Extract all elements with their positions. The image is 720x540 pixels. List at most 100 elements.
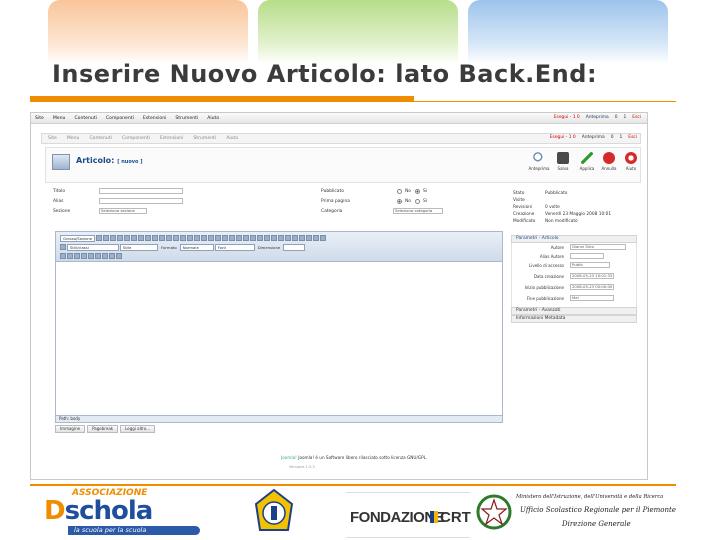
- menu-aiuto[interactable]: Aiuto: [207, 116, 219, 121]
- fullscreen-icon[interactable]: [320, 235, 327, 241]
- publish-start-input[interactable]: 2008-05-23 00:00:00: [570, 284, 614, 290]
- published-no-radio[interactable]: [397, 189, 402, 194]
- indent-icon[interactable]: [222, 235, 229, 241]
- strikethrough-icon[interactable]: [180, 235, 187, 241]
- spellcheck-icon[interactable]: [152, 235, 159, 241]
- status2-preview[interactable]: Anteprima: [582, 135, 605, 140]
- submenu-componenti: Componenti: [121, 136, 150, 141]
- undo-icon[interactable]: [131, 235, 138, 241]
- replace-icon[interactable]: [124, 235, 131, 241]
- publish-end-input[interactable]: Mai: [570, 295, 614, 301]
- created-date-input[interactable]: 2008-05-23 10:01:33: [570, 273, 614, 279]
- cancel-button[interactable]: Annulla: [598, 152, 620, 171]
- pagebreak-button[interactable]: Pagebreak: [87, 425, 119, 433]
- frontpage-yes-radio[interactable]: [415, 199, 420, 204]
- bold-icon[interactable]: [159, 235, 166, 241]
- align-right-icon[interactable]: [250, 235, 257, 241]
- size-select[interactable]: [283, 243, 306, 251]
- crt-flag-icon: [430, 511, 438, 523]
- access-select[interactable]: Public: [570, 262, 610, 268]
- menu-estensioni[interactable]: Estensioni: [143, 116, 167, 121]
- menu-site[interactable]: Site: [35, 116, 44, 121]
- superscript-icon[interactable]: [194, 235, 201, 241]
- table-icon[interactable]: [292, 235, 299, 241]
- style-select[interactable]: Stile: [120, 243, 158, 251]
- italic-icon[interactable]: [166, 235, 173, 241]
- title-input[interactable]: [99, 188, 183, 194]
- styles-select[interactable]: Stili/classi: [67, 243, 119, 251]
- help-button[interactable]: Aiuto: [620, 152, 642, 171]
- new-doc-icon[interactable]: [60, 244, 66, 250]
- frontpage-no-radio[interactable]: [397, 199, 402, 204]
- paste-icon[interactable]: [103, 235, 110, 241]
- params-advanced-header[interactable]: Parametri - Avanzati: [511, 307, 637, 315]
- number-list-icon[interactable]: [208, 235, 215, 241]
- delete-row-icon[interactable]: [81, 253, 87, 259]
- print-icon[interactable]: [145, 235, 152, 241]
- readmore-button[interactable]: Leggi altro...: [120, 425, 156, 433]
- menu-strumenti[interactable]: Strumenti: [175, 116, 198, 121]
- align-justify-icon[interactable]: [257, 235, 264, 241]
- joomla-link[interactable]: Joomla!: [281, 455, 297, 460]
- logout-link[interactable]: Esci: [632, 115, 641, 120]
- special-char-icon[interactable]: [313, 235, 320, 241]
- wysiwyg-editor[interactable]: Grosso/Sezione Stili/classi Stile Format…: [55, 231, 503, 423]
- emoticon-icon[interactable]: [306, 235, 313, 241]
- category-select[interactable]: Seleziona categoria: [393, 208, 443, 214]
- alias-author-input[interactable]: [570, 253, 604, 259]
- published-yes-radio[interactable]: [415, 189, 420, 194]
- underline-icon[interactable]: [173, 235, 180, 241]
- row-before-icon[interactable]: [67, 253, 73, 259]
- quote-icon[interactable]: [229, 235, 236, 241]
- find-icon[interactable]: [117, 235, 124, 241]
- modified-value: Non modificato: [545, 219, 578, 224]
- html-source-icon[interactable]: [116, 253, 122, 259]
- section-select[interactable]: Seleziona sezione: [99, 208, 147, 214]
- hr-icon[interactable]: [299, 235, 306, 241]
- status2-messages[interactable]: Esegui - 1 0: [550, 135, 576, 140]
- params-article-header[interactable]: Parametri - Articolo: [511, 235, 637, 243]
- save-button[interactable]: Salva: [552, 152, 574, 171]
- align-center-icon[interactable]: [243, 235, 250, 241]
- submenu-menu: Menu: [66, 136, 80, 141]
- status2-logout[interactable]: Esci: [628, 135, 637, 140]
- font-select[interactable]: Font: [214, 243, 255, 251]
- unlink-icon[interactable]: [271, 235, 278, 241]
- anchor-icon[interactable]: [278, 235, 285, 241]
- image-button[interactable]: Immagine: [55, 425, 86, 433]
- menu-menu[interactable]: Menu: [53, 116, 66, 121]
- image-icon[interactable]: [285, 235, 292, 241]
- table-insert-icon[interactable]: [60, 253, 66, 259]
- preview-button[interactable]: Anteprima: [528, 152, 550, 171]
- publish-start-label: Inizio pubblicazione: [524, 285, 564, 290]
- author-select[interactable]: Gianni Sirio: [570, 244, 626, 250]
- page-title: Articolo: [ nuovo ]: [76, 156, 143, 165]
- row-after-icon[interactable]: [74, 253, 80, 259]
- link-icon[interactable]: [264, 235, 271, 241]
- align-left-icon[interactable]: [236, 235, 243, 241]
- status-preview[interactable]: Anteprima: [586, 115, 609, 120]
- params-article-body: Autore Gianni Sirio Alias Autore Livello…: [511, 243, 637, 307]
- bullet-list-icon[interactable]: [201, 235, 208, 241]
- col-after-icon[interactable]: [95, 253, 101, 259]
- submenu-site: Site: [48, 136, 57, 141]
- cut-select[interactable]: Grosso/Sezione: [60, 234, 96, 242]
- menu-componenti[interactable]: Componenti: [106, 116, 134, 121]
- alias-input[interactable]: [99, 198, 183, 204]
- media-icon[interactable]: [109, 253, 115, 259]
- editor-path: Path: body: [56, 415, 502, 422]
- outdent-icon[interactable]: [215, 235, 222, 241]
- footer-rule: [30, 484, 676, 486]
- apply-button[interactable]: Applica: [576, 152, 598, 171]
- redo-icon[interactable]: [138, 235, 145, 241]
- format-select[interactable]: Normale: [179, 243, 214, 251]
- copy-icon[interactable]: [96, 235, 103, 241]
- status-messages[interactable]: Esegui - 1 0: [554, 115, 580, 120]
- params-metadata-header[interactable]: Informazioni Metadata: [511, 315, 637, 323]
- subscript-icon[interactable]: [187, 235, 194, 241]
- preview-button-label: Anteprima: [528, 166, 550, 171]
- menu-contenuti[interactable]: Contenuti: [74, 116, 96, 121]
- delete-col-icon[interactable]: [102, 253, 108, 259]
- paste-text-icon[interactable]: [110, 235, 117, 241]
- col-before-icon[interactable]: [88, 253, 94, 259]
